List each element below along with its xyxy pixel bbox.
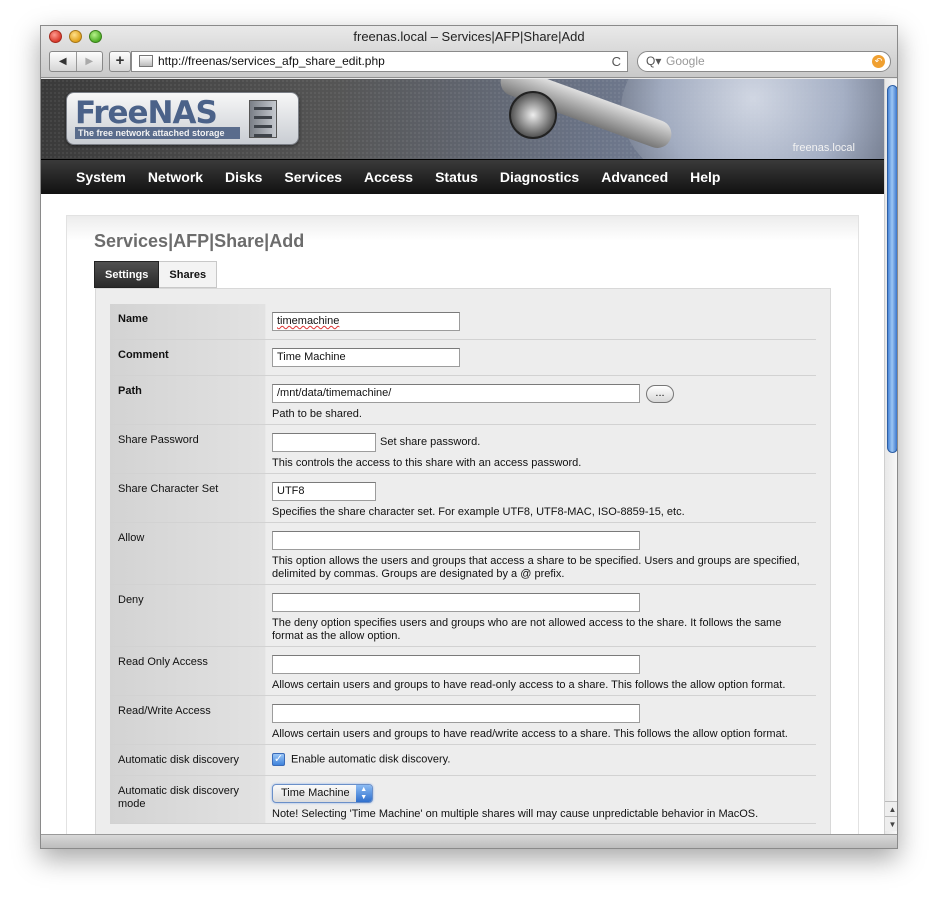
history-buttons: ◀ ▶	[49, 51, 103, 72]
scroll-up-arrow-icon[interactable]: ▲	[885, 801, 897, 816]
deny-input[interactable]	[272, 593, 640, 612]
add-bookmark-button[interactable]: +	[109, 51, 131, 72]
search-field[interactable]: Q▾ Google ↶	[637, 51, 891, 72]
content-area: Services|AFP|Share|Add Settings Shares N…	[66, 215, 859, 834]
charset-description: Specifies the share character set. For e…	[272, 506, 685, 518]
form-row-allow: Allow This option allows the users and g…	[110, 523, 816, 585]
charset-input[interactable]: UTF8	[272, 482, 376, 501]
reload-icon[interactable]: C	[612, 52, 621, 71]
share-password-input[interactable]	[272, 433, 376, 452]
form-row-path: Path /mnt/data/timemachine/... Path to b…	[110, 376, 816, 425]
nav-item-status[interactable]: Status	[435, 160, 478, 194]
comment-label: Comment	[110, 340, 266, 375]
form-row-deny: Deny The deny option specifies users and…	[110, 585, 816, 647]
read-write-input[interactable]	[272, 704, 640, 723]
nav-item-access[interactable]: Access	[364, 160, 413, 194]
nav-item-help[interactable]: Help	[690, 160, 720, 194]
share-password-note: Set share password.	[380, 436, 481, 448]
form-panel: Name timemachine Comment Time Machine Pa…	[95, 288, 831, 834]
auto-discovery-mode-select[interactable]: Time Machine ▲ ▼	[272, 784, 373, 803]
auto-discovery-mode-value: Time Machine	[281, 787, 350, 799]
read-only-label: Read Only Access	[110, 647, 266, 695]
forward-button[interactable]: ▶	[77, 52, 103, 71]
auto-discovery-label: Automatic disk discovery	[110, 745, 266, 775]
server-icon	[249, 100, 277, 138]
address-url: http://freenas/services_afp_share_edit.p…	[158, 54, 385, 68]
tab-bar: Settings Shares	[94, 261, 218, 288]
page-favicon-icon	[139, 55, 153, 67]
allow-description: This option allows the users and groups …	[272, 555, 800, 580]
tab-settings[interactable]: Settings	[94, 261, 160, 288]
allow-label: Allow	[110, 523, 266, 584]
comment-input[interactable]: Time Machine	[272, 348, 460, 367]
back-button[interactable]: ◀	[50, 52, 77, 71]
page-title: Services|AFP|Share|Add	[94, 231, 305, 251]
tab-shares[interactable]: Shares	[159, 261, 218, 288]
form-row-read-write: Read/Write Access Allows certain users a…	[110, 696, 816, 745]
hard-disk-hub-image	[509, 91, 557, 139]
share-password-description: This controls the access to this share w…	[272, 457, 582, 469]
window-title: freenas.local – Services|AFP|Share|Add	[353, 29, 585, 44]
read-only-input[interactable]	[272, 655, 640, 674]
select-arrows-icon: ▲ ▼	[355, 785, 372, 802]
read-write-description: Allows certain users and groups to have …	[272, 728, 788, 740]
browser-window: freenas.local – Services|AFP|Share|Add ◀…	[40, 25, 898, 849]
page-viewport: FreeNAS The free network attached storag…	[41, 79, 884, 834]
path-input[interactable]: /mnt/data/timemachine/	[272, 384, 640, 403]
nav-item-advanced[interactable]: Advanced	[601, 160, 668, 194]
nav-item-disks[interactable]: Disks	[225, 160, 262, 194]
auto-discovery-checkbox[interactable]: ✓	[272, 753, 285, 766]
form-row-read-only: Read Only Access Allows certain users an…	[110, 647, 816, 696]
address-bar[interactable]: http://freenas/services_afp_share_edit.p…	[131, 51, 628, 72]
vertical-scrollbar[interactable]: ▲ ▼	[884, 79, 897, 834]
freenas-logo[interactable]: FreeNAS The free network attached storag…	[66, 92, 299, 145]
path-label: Path	[110, 376, 266, 424]
form-row-charset: Share Character Set UTF8 Specifies the s…	[110, 474, 816, 523]
search-placeholder: Google	[666, 54, 705, 68]
main-nav: System Network Disks Services Access Sta…	[41, 159, 884, 194]
scrollbar-thumb[interactable]	[887, 85, 897, 453]
nav-item-network[interactable]: Network	[148, 160, 203, 194]
nav-item-system[interactable]: System	[76, 160, 126, 194]
allow-input[interactable]	[272, 531, 640, 550]
scroll-down-arrow-icon[interactable]: ▼	[885, 816, 897, 831]
auto-discovery-checkbox-label[interactable]: Enable automatic disk discovery.	[291, 753, 450, 765]
hostname-label: freenas.local	[792, 142, 855, 154]
status-bar	[41, 834, 897, 848]
search-icon[interactable]: Q▾	[646, 52, 661, 71]
deny-description: The deny option specifies users and grou…	[272, 617, 782, 642]
auto-discovery-mode-label: Automatic disk discovery mode	[110, 776, 266, 823]
read-write-label: Read/Write Access	[110, 696, 266, 744]
form-row-name: Name timemachine	[110, 304, 816, 340]
snapback-icon[interactable]: ↶	[872, 55, 885, 68]
name-label: Name	[110, 304, 266, 339]
path-description: Path to be shared.	[272, 408, 362, 420]
logo-tagline: The free network attached storage	[75, 127, 240, 139]
nav-item-services[interactable]: Services	[284, 160, 342, 194]
form-row-auto-discovery: Automatic disk discovery ✓ Enable automat…	[110, 745, 816, 776]
form-row-auto-discovery-mode: Automatic disk discovery mode Time Machi…	[110, 776, 816, 824]
deny-label: Deny	[110, 585, 266, 646]
nav-item-diagnostics[interactable]: Diagnostics	[500, 160, 579, 194]
name-input[interactable]: timemachine	[272, 312, 460, 331]
site-header: FreeNAS The free network attached storag…	[41, 79, 884, 159]
form-row-share-password: Share Password Set share password. This …	[110, 425, 816, 474]
title-bar: freenas.local – Services|AFP|Share|Add ◀…	[41, 26, 897, 78]
form-table: Name timemachine Comment Time Machine Pa…	[110, 304, 816, 824]
auto-discovery-mode-description: Note! Selecting 'Time Machine' on multip…	[272, 808, 759, 820]
logo-title: FreeNAS	[75, 95, 218, 131]
read-only-description: Allows certain users and groups to have …	[272, 679, 786, 691]
charset-label: Share Character Set	[110, 474, 266, 522]
browse-path-button[interactable]: ...	[646, 384, 674, 403]
share-password-label: Share Password	[110, 425, 266, 473]
form-row-comment: Comment Time Machine	[110, 340, 816, 376]
